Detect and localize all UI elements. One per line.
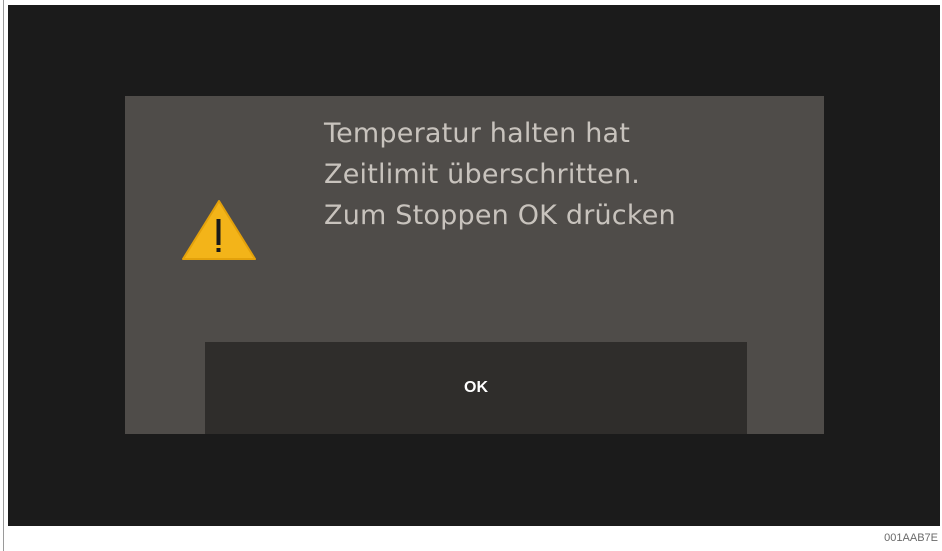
frame-divider	[3, 0, 4, 551]
message-line-3: Zum Stoppen OK drücken	[324, 200, 676, 231]
image-code: 001AAB7E	[884, 532, 938, 544]
device-screen: Temperatur halten hat Zeitlimit überschr…	[8, 5, 940, 526]
alert-dialog: Temperatur halten hat Zeitlimit überschr…	[125, 96, 824, 434]
ok-button-label: OK	[464, 379, 488, 396]
figure-frame: Temperatur halten hat Zeitlimit überschr…	[0, 0, 942, 551]
ok-button[interactable]: OK	[205, 342, 747, 434]
message-line-2: Zeitlimit überschritten.	[324, 159, 641, 190]
message-line-1: Temperatur halten hat	[324, 118, 631, 149]
dialog-message: Temperatur halten hat Zeitlimit überschr…	[324, 113, 804, 236]
warning-icon	[182, 200, 256, 260]
